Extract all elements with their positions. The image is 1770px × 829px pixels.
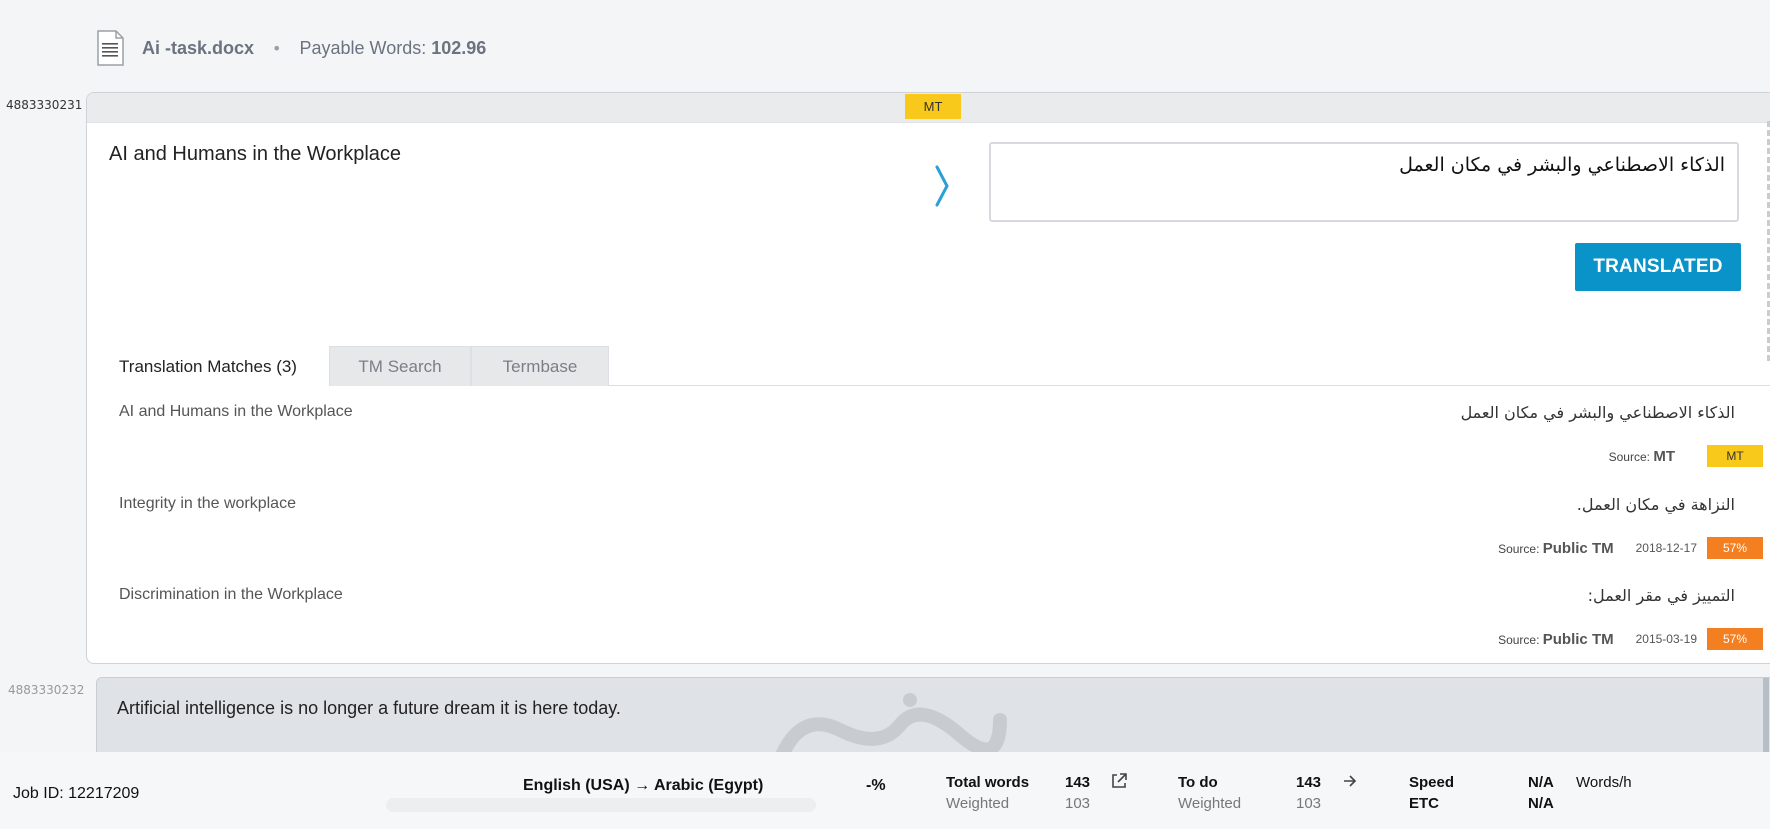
separator-dot: • [272,38,282,58]
horizontal-scrollbar[interactable] [386,798,816,812]
total-weighted-value: 103 [1065,795,1091,812]
mt-tag: MT [905,94,961,119]
payable-label: Payable Words: [299,37,427,58]
match-item[interactable]: AI and Humans in the Workplace الذكاء ال… [87,393,1770,485]
match-badge: 57% [1707,537,1763,559]
match-source: Integrity in the workplace [119,495,296,512]
source-text: Artificial intelligence is no longer a f… [117,698,621,718]
payable-words: Payable Words: 102.96 [299,38,486,59]
file-name: Ai -task.docx [142,37,255,58]
document-icon [96,30,124,66]
segment[interactable]: Artificial intelligence is no longer a f… [96,677,1770,758]
todo-value: 143 [1296,774,1322,791]
match-date: 2015-03-19 [1635,632,1697,646]
arrow-right-icon[interactable] [1342,772,1358,790]
segment-header: MT [87,93,1770,123]
match-source-origin: Source: Public TM [1498,630,1614,648]
language-pair: English (USA) → Arabic (Egypt) [523,777,764,794]
todo-weighted-label: Weighted [1178,795,1242,812]
etc-label: ETC [1409,795,1439,812]
total-weighted-label: Weighted [946,795,1010,812]
match-meta: Source: MT MT [1609,445,1763,467]
match-meta: Source: Public TM 2018-12-17 57% [1498,537,1763,559]
file-header: Ai -task.docx • Payable Words: 102.96 [96,28,486,68]
match-source-origin: Source: Public TM [1498,539,1614,557]
source-text: AI and Humans in the Workplace [109,143,402,165]
external-link-icon[interactable] [1110,772,1128,790]
match-target: التمييز في مقر العمل: [1587,586,1735,605]
match-source: AI and Humans in the Workplace [119,403,353,420]
chevron-right-icon[interactable] [927,163,957,209]
tab-translation-matches[interactable]: Translation Matches (3) [87,346,329,386]
match-source-origin: Source: MT [1608,447,1675,465]
total-words-label: Total words [946,774,1030,791]
segment-edge [1763,678,1769,758]
segment-id: 4883330231 [6,98,83,112]
tab-termbase[interactable]: Termbase [471,346,609,386]
progress-percent: -% [866,777,886,794]
speed-value: N/A [1528,774,1554,791]
payable-value: 102.96 [431,37,487,58]
segment-id: 4883330232 [8,683,85,697]
match-target: النزاهة في مكان العمل. [1576,495,1735,514]
tab-tm-search[interactable]: TM Search [329,346,471,386]
total-words-value: 143 [1065,774,1091,791]
tabs-bar: Translation Matches (3) TM Search Termba… [87,346,1770,386]
speed-label: Speed [1409,774,1455,791]
target-editor[interactable]: الذكاء الاصطناعي والبشر في مكان العمل [989,142,1739,222]
match-badge: 57% [1707,628,1763,650]
match-date: 2018-12-17 [1635,541,1697,555]
todo-label: To do [1178,774,1218,791]
speed-unit: Words/h [1576,774,1632,791]
job-id: Job ID: 12217209 [13,785,140,802]
translated-button[interactable]: TRANSLATED [1575,243,1741,291]
etc-value: N/A [1528,795,1554,812]
status-bar: Job ID: 12217209 English (USA) → Arabic … [0,752,1770,829]
match-target: الذكاء الاصطناعي والبشر في مكان العمل [1460,403,1735,422]
todo-weighted-value: 103 [1296,795,1322,812]
active-segment[interactable]: MT AI and Humans in the Workplace الذكاء… [86,92,1770,664]
match-meta: Source: Public TM 2015-03-19 57% [1498,628,1763,650]
match-badge: MT [1707,445,1763,467]
match-source: Discrimination in the Workplace [119,586,343,603]
match-item[interactable]: Discrimination in the Workplace التمييز … [87,576,1770,663]
match-item[interactable]: Integrity in the workplace النزاهة في مك… [87,485,1770,577]
